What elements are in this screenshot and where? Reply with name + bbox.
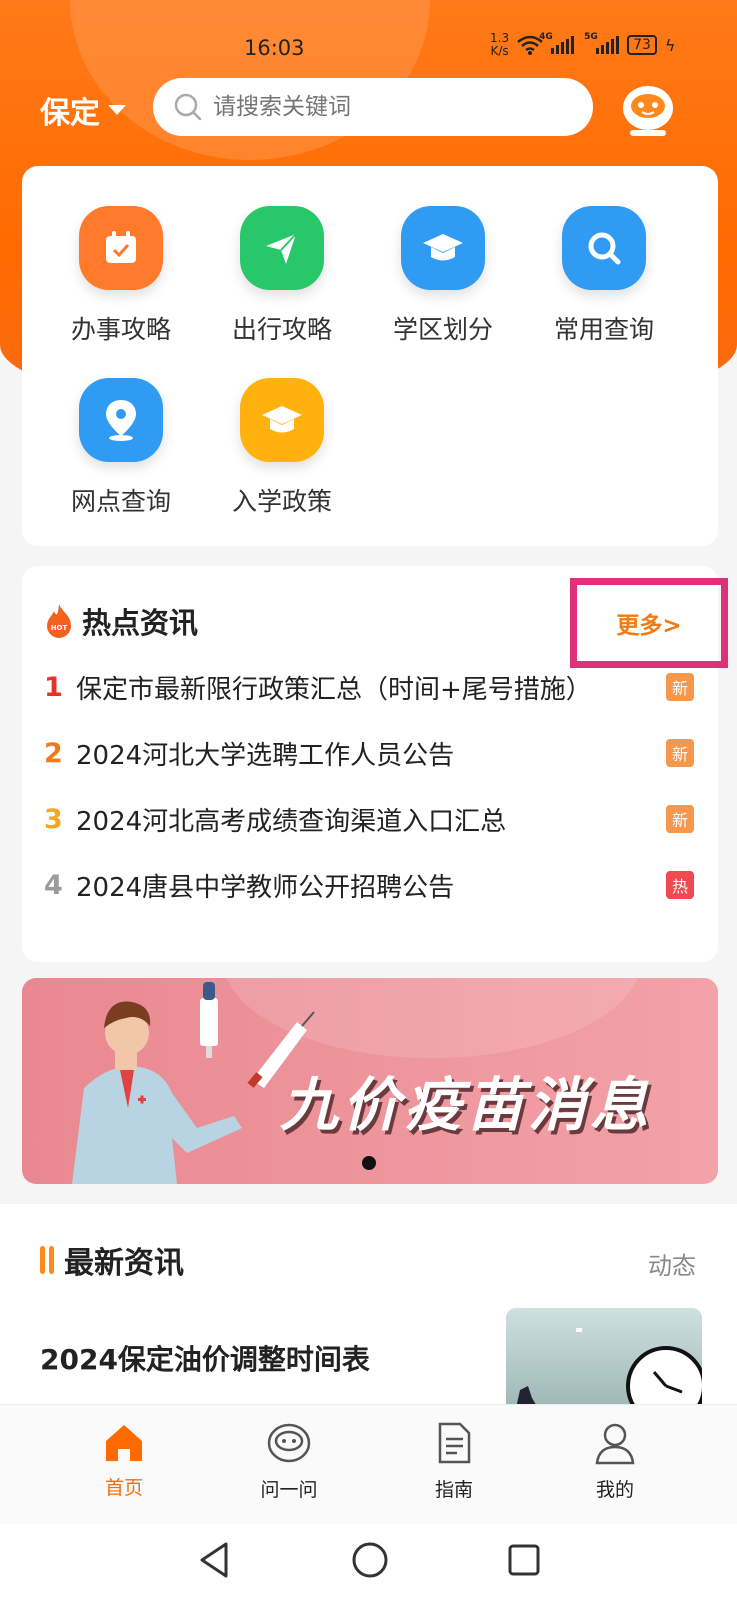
tab-guide[interactable]: 指南 xyxy=(394,1421,514,1502)
graduation-cap-icon xyxy=(401,206,485,290)
news-tag-badge: 新 xyxy=(666,739,694,767)
hot-news-header: HOT 热点资讯 xyxy=(44,600,198,642)
location-pin-icon xyxy=(79,378,163,462)
tab-home[interactable]: 首页 xyxy=(64,1421,184,1500)
service-label: 出行攻略 xyxy=(231,315,332,344)
calendar-check-icon xyxy=(79,206,163,290)
tab-profile[interactable]: 我的 xyxy=(555,1421,675,1502)
recents-icon[interactable] xyxy=(506,1540,542,1584)
user-icon xyxy=(595,1423,635,1465)
service-label: 学区划分 xyxy=(392,315,493,344)
article-thumbnail[interactable] xyxy=(506,1308,702,1408)
tab-label: 首页 xyxy=(104,1477,143,1499)
city-selector[interactable]: 保定 xyxy=(40,88,126,132)
clock-illustration xyxy=(516,1328,702,1408)
bottom-tab-bar: 首页 问一问 指南 我的 xyxy=(0,1404,737,1525)
news-rank: 4 xyxy=(44,869,63,901)
search-input[interactable] xyxy=(211,93,575,121)
magnifier-icon xyxy=(562,206,646,290)
service-handling-guide[interactable]: 办事攻略 xyxy=(51,206,191,346)
news-title: 2024河北大学选聘工作人员公告 xyxy=(76,740,455,771)
home-icon xyxy=(106,1425,142,1461)
system-navigation-bar xyxy=(0,1524,737,1600)
hot-news-card: HOT 热点资讯 更多> 1 保定市最新限行政策汇总（时间+尾号措施） 新 2 … xyxy=(22,566,728,962)
news-tag-badge: 热 xyxy=(666,871,694,899)
news-tag-badge: 新 xyxy=(666,805,694,833)
service-common-query[interactable]: 常用查询 xyxy=(534,206,674,346)
hot-news-title: 热点资讯 xyxy=(82,606,199,640)
signal-5g-icon: 5G xyxy=(584,32,620,54)
latest-news-title: 最新资讯 xyxy=(64,1246,184,1281)
vaccine-banner[interactable]: 九价疫苗消息 xyxy=(22,978,718,1184)
chevron-down-icon xyxy=(108,105,126,115)
news-tag-badge: 新 xyxy=(666,673,694,701)
back-icon[interactable] xyxy=(196,1540,232,1584)
svg-text:HOT: HOT xyxy=(51,624,68,632)
news-rank: 3 xyxy=(44,803,63,835)
hot-news-item-2[interactable]: 2 2024河北大学选聘工作人员公告 新 xyxy=(44,728,694,778)
search-bar[interactable] xyxy=(153,78,593,136)
document-icon xyxy=(438,1422,471,1464)
fire-icon: HOT xyxy=(47,604,71,638)
tab-ask[interactable]: 问一问 xyxy=(229,1421,349,1502)
tab-label: 我的 xyxy=(595,1479,634,1501)
news-rank: 1 xyxy=(44,671,63,703)
section-marker-icon xyxy=(40,1246,54,1274)
search-icon xyxy=(174,93,202,121)
news-rank: 2 xyxy=(44,737,63,769)
banner-title: 九价疫苗消息 xyxy=(280,1071,653,1139)
dynamic-link[interactable]: 动态 xyxy=(648,1246,696,1281)
hot-news-item-4[interactable]: 4 2024唐县中学教师公开招聘公告 热 xyxy=(44,860,694,910)
news-title: 2024唐县中学教师公开招聘公告 xyxy=(76,872,455,903)
robot-assistant-icon[interactable] xyxy=(620,78,676,142)
charging-icon: ϟ xyxy=(664,35,676,55)
service-label: 办事攻略 xyxy=(70,315,171,344)
paper-plane-icon xyxy=(240,206,324,290)
signal-4g-icon: 4G xyxy=(539,32,575,54)
service-label: 入学政策 xyxy=(231,487,332,516)
top-bar: 保定 xyxy=(0,76,737,140)
tab-label: 指南 xyxy=(434,1479,473,1501)
status-icons: 1.3 K/s 4G 5G 73 ϟ xyxy=(490,32,675,58)
latest-news-section: 最新资讯 动态 2024保定油价调整时间表 xyxy=(0,1204,737,1408)
service-travel-guide[interactable]: 出行攻略 xyxy=(212,206,352,346)
latest-news-header: 最新资讯 xyxy=(40,1238,184,1282)
graduation-cap-icon xyxy=(240,378,324,462)
status-bar: 16:03 1.3 K/s 4G 5G 73 ϟ xyxy=(0,28,737,72)
battery-indicator: 73 xyxy=(627,35,657,55)
doctor-illustration xyxy=(72,982,315,1184)
more-link[interactable]: 更多> xyxy=(570,578,728,668)
service-label: 网点查询 xyxy=(70,487,171,516)
service-label: 常用查询 xyxy=(553,315,654,344)
service-enrollment-policy[interactable]: 入学政策 xyxy=(212,378,352,518)
service-school-district[interactable]: 学区划分 xyxy=(373,206,513,346)
carousel-indicator[interactable] xyxy=(362,1156,376,1170)
city-label: 保定 xyxy=(40,96,100,131)
status-time: 16:03 xyxy=(244,36,305,60)
news-title: 2024河北高考成绩查询渠道入口汇总 xyxy=(76,806,507,837)
tab-label: 问一问 xyxy=(260,1479,318,1501)
news-title: 保定市最新限行政策汇总（时间+尾号措施） xyxy=(76,674,592,705)
hot-news-item-3[interactable]: 3 2024河北高考成绩查询渠道入口汇总 新 xyxy=(44,794,694,844)
service-outlet-query[interactable]: 网点查询 xyxy=(51,378,191,518)
services-card: 办事攻略 出行攻略 学区划分 常用查询 网点查询 入学政策 xyxy=(22,166,718,546)
hot-news-item-1[interactable]: 1 保定市最新限行政策汇总（时间+尾号措施） 新 xyxy=(44,662,694,712)
article-title[interactable]: 2024保定油价调整时间表 xyxy=(40,1338,370,1378)
network-speed: 1.3 K/s xyxy=(490,31,510,58)
home-circle-icon[interactable] xyxy=(350,1540,390,1584)
robot-icon xyxy=(267,1423,311,1463)
